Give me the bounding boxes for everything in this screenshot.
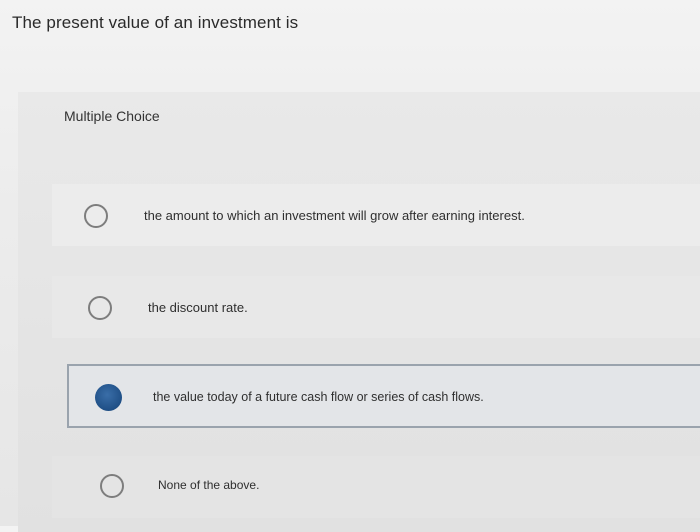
radio-button-unselected[interactable] (84, 204, 108, 228)
multiple-choice-label: Multiple Choice (64, 108, 160, 124)
radio-button-unselected[interactable] (88, 296, 112, 320)
radio-button-selected[interactable] (95, 384, 122, 411)
answer-option-text: None of the above. (158, 478, 260, 492)
answer-option-text: the amount to which an investment will g… (144, 208, 525, 223)
answer-option-1[interactable]: the amount to which an investment will g… (52, 184, 700, 246)
answer-option-text: the discount rate. (148, 300, 248, 315)
radio-button-unselected[interactable] (100, 474, 124, 498)
answer-option-4[interactable]: None of the above. (52, 456, 700, 518)
answer-option-text: the value today of a future cash flow or… (153, 390, 484, 404)
answer-option-3-selected[interactable]: the value today of a future cash flow or… (67, 364, 700, 428)
question-text: The present value of an investment is (12, 13, 299, 32)
answer-option-2[interactable]: the discount rate. (52, 276, 700, 338)
